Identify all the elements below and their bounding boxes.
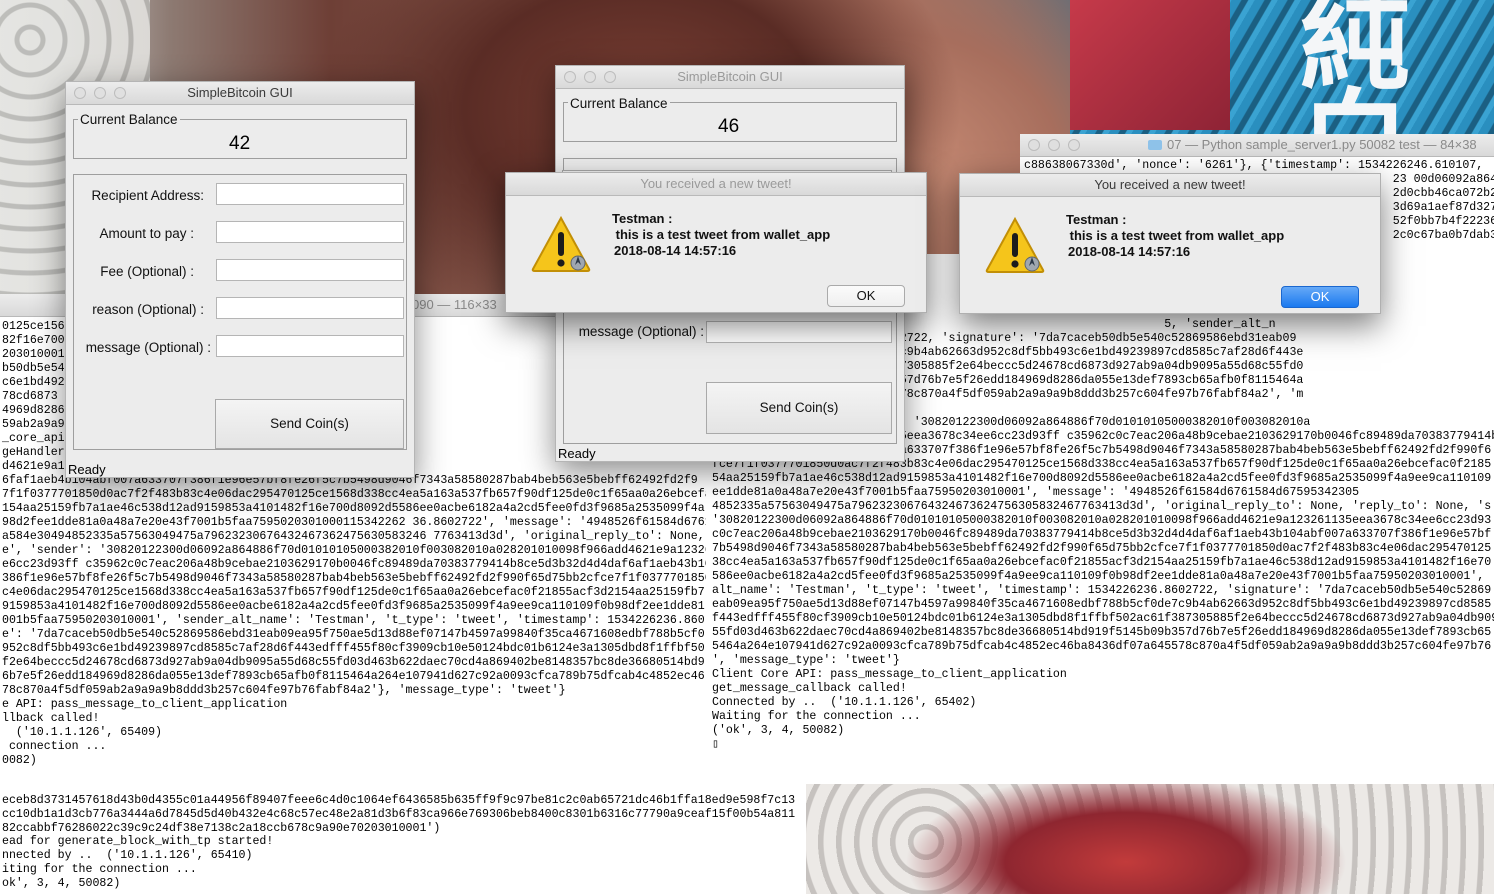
send-coins-button[interactable]: Send Coin(s) — [706, 382, 892, 434]
close-button[interactable] — [564, 71, 576, 83]
message-input[interactable] — [216, 335, 404, 357]
tweet-alert-right[interactable]: You received a new tweet! Testman : this… — [959, 173, 1381, 314]
folder-icon — [1148, 140, 1162, 150]
fee-input[interactable] — [216, 259, 404, 281]
gui-window-left[interactable]: SimpleBitcoin GUI Current Balance 42 Rec… — [65, 81, 415, 478]
alert-left-timestamp: 2018-08-14 14:57:16 — [614, 243, 737, 258]
ok-button[interactable]: OK — [1281, 286, 1359, 308]
amount-label: Amount to pay : — [99, 226, 194, 241]
fee-label: Fee (Optional) : — [100, 264, 194, 279]
gui-left-titlebar[interactable]: SimpleBitcoin GUI — [66, 82, 414, 105]
balance-label: Current Balance — [78, 112, 180, 127]
gui-right-titlebar[interactable]: SimpleBitcoin GUI — [556, 66, 904, 89]
terminal-right-title: 07 — Python sample_server1.py 50082 test… — [1167, 137, 1477, 152]
alert-right-timestamp: 2018-08-14 14:57:16 — [1068, 244, 1191, 259]
wallpaper-scarf — [806, 782, 1494, 894]
reason-label: reason (Optional) : — [92, 302, 204, 317]
message-label: message (Optional) : — [85, 340, 211, 355]
minimize-button[interactable] — [584, 71, 596, 83]
minimize-button[interactable] — [1048, 139, 1060, 151]
alert-left-titlebar[interactable]: You received a new tweet! — [506, 173, 926, 196]
terminal-right-titlebar[interactable]: 07 — Python sample_server1.py 50082 test… — [1020, 134, 1494, 157]
ok-button[interactable]: OK — [827, 285, 905, 307]
balance-value: 42 — [229, 133, 251, 154]
zoom-button[interactable] — [1068, 139, 1080, 151]
amount-input[interactable] — [216, 221, 404, 243]
message-input[interactable] — [706, 321, 892, 343]
minimize-button[interactable] — [94, 87, 106, 99]
terminal-left-tail-output[interactable]: ead for generate_block_with_tp started! … — [2, 835, 273, 891]
zoom-button[interactable] — [604, 71, 616, 83]
recipient-address-input[interactable] — [216, 183, 404, 205]
tweet-alert-left[interactable]: You received a new tweet! Testman : this… — [505, 172, 927, 313]
gui-right-title: SimpleBitcoin GUI — [677, 69, 783, 84]
message-label: message (Optional) : — [578, 324, 704, 339]
alert-right-message: this is a test tweet from wallet_app — [1066, 228, 1285, 243]
recipient-address-label: Recipient Address: — [91, 188, 204, 203]
alert-left-title: You received a new tweet! — [640, 176, 792, 191]
terminal-left-title: 090 — 116×33 — [412, 297, 497, 312]
balance-value: 46 — [718, 116, 740, 137]
alert-right-sender: Testman : — [1066, 212, 1127, 227]
alert-right-titlebar[interactable]: You received a new tweet! — [960, 174, 1380, 197]
balance-label: Current Balance — [568, 96, 670, 111]
zoom-button[interactable] — [114, 87, 126, 99]
status-bar: Ready — [558, 446, 596, 461]
alert-right-title: You received a new tweet! — [1094, 177, 1246, 192]
send-coins-button[interactable]: Send Coin(s) — [215, 399, 404, 449]
gui-left-title: SimpleBitcoin GUI — [187, 85, 293, 100]
warning-icon — [985, 216, 1045, 273]
wallpaper-hat-red — [1070, 0, 1230, 130]
close-button[interactable] — [1028, 139, 1040, 151]
close-button[interactable] — [74, 87, 86, 99]
alert-left-message: this is a test tweet from wallet_app — [612, 227, 831, 242]
terminal-left-hex-output[interactable]: eceb8d3731457618d43b0d4355c01a44956f8940… — [2, 794, 795, 836]
alert-left-sender: Testman : — [612, 211, 673, 226]
reason-input[interactable] — [216, 297, 404, 319]
warning-icon — [531, 215, 591, 272]
status-bar: Ready — [68, 462, 106, 477]
